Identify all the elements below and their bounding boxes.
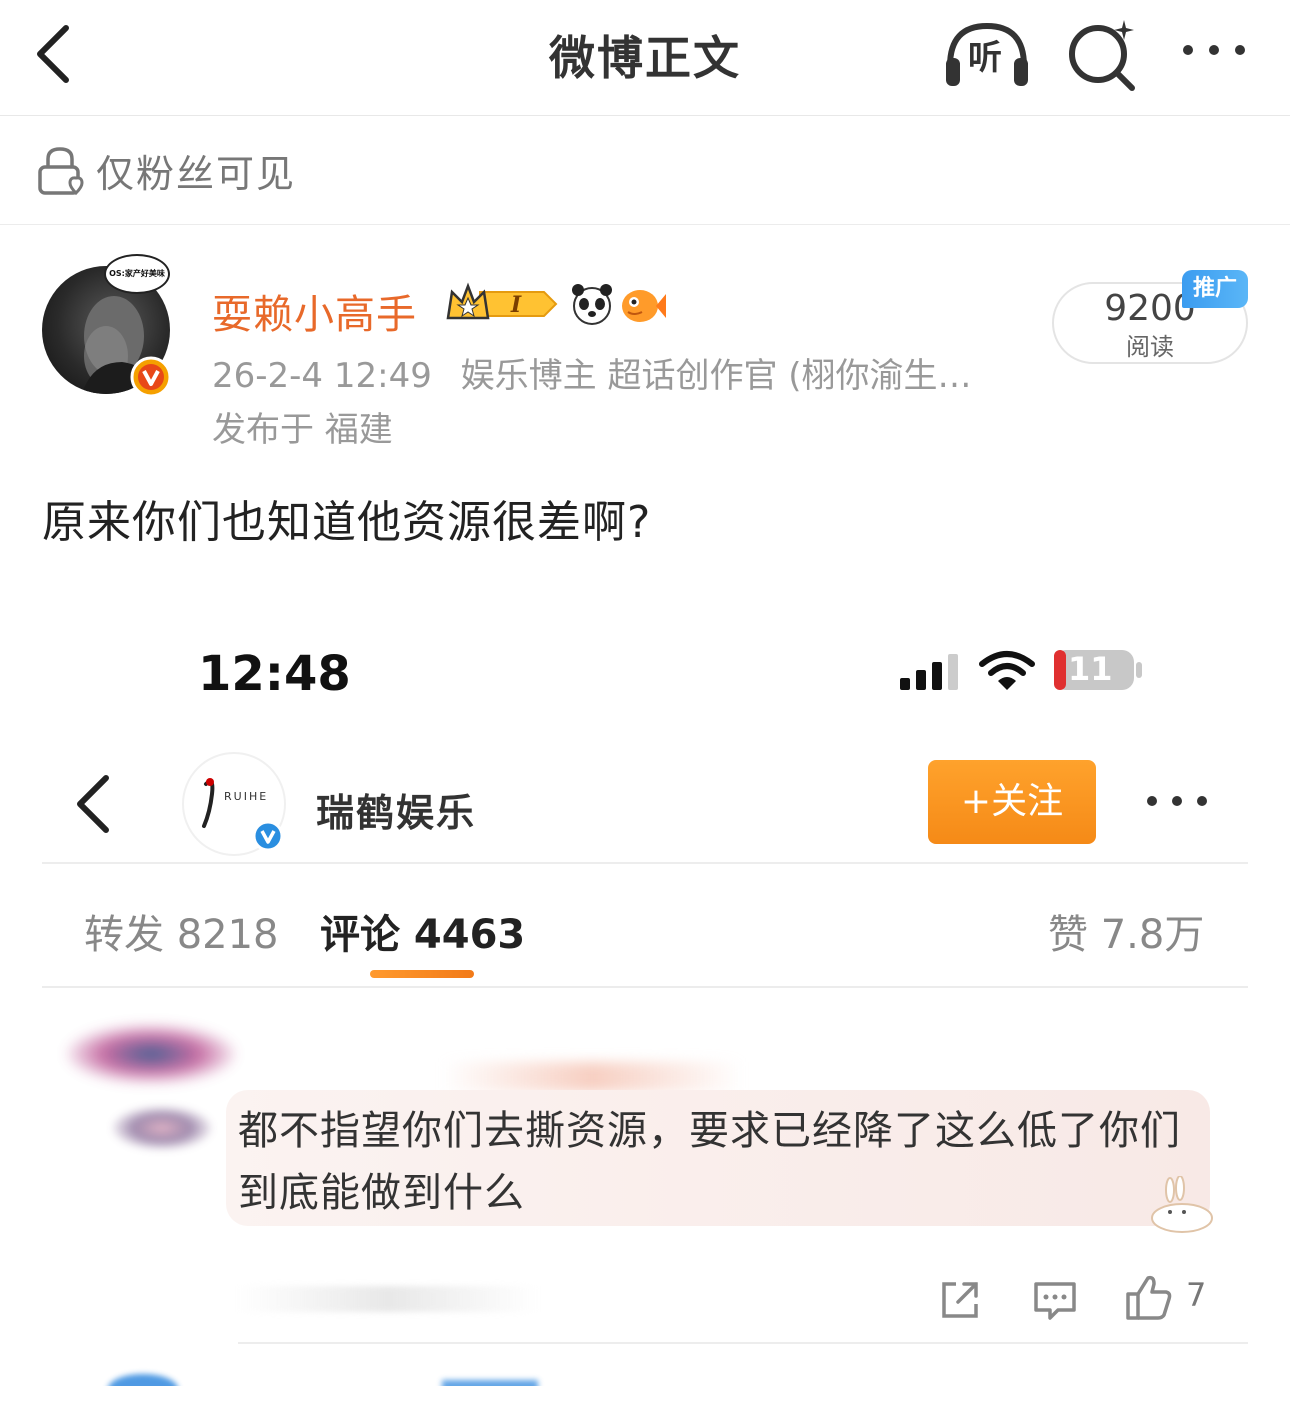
fish-icon <box>622 290 666 322</box>
comment-icon[interactable] <box>1032 1278 1078 1322</box>
active-tab-indicator <box>370 970 474 978</box>
battery-level: 11 <box>1068 650 1113 688</box>
redacted-text <box>238 1286 538 1312</box>
post-meta: 26-2-4 12:49 娱乐博主 超话创作官 (栩你渝生… <box>212 348 990 397</box>
listen-label[interactable]: 听 <box>968 30 1002 79</box>
signal-strength-icon <box>900 654 958 690</box>
read-label: 阅读 <box>1126 333 1174 361</box>
avatar-thought-bubble: OS:家产好美味 <box>104 254 170 294</box>
post-timestamp: 26-2-4 12:49 <box>212 356 432 396</box>
embedded-back-arrow-icon[interactable] <box>70 768 118 838</box>
panda-icon <box>572 284 612 325</box>
embedded-more-icon[interactable] <box>1142 786 1212 816</box>
comment-like-count: 7 <box>1186 1276 1207 1314</box>
tab-comment[interactable]: 评论 4463 <box>320 902 525 960</box>
redacted-username <box>442 1062 742 1092</box>
post-body-text: 原来你们也知道他资源很差啊? <box>42 497 652 548</box>
svg-text:I: I <box>510 292 522 318</box>
account-name[interactable]: 瑞鹤娱乐 <box>316 782 476 837</box>
status-bar-time: 12:48 <box>198 646 351 702</box>
more-options-icon[interactable] <box>1176 30 1256 70</box>
bunny-sticker-icon <box>1151 1176 1213 1233</box>
lock-heart-icon <box>38 147 84 196</box>
vip-crown-badge-icon: I <box>446 282 558 320</box>
redacted-avatar <box>108 1374 178 1386</box>
thumbs-up-icon[interactable] <box>1124 1272 1174 1322</box>
author-tag[interactable]: 娱乐博主 超话创作官 (栩你渝生… <box>461 356 972 396</box>
top-nav-bar: 微博正文 听 <box>0 0 1290 116</box>
tab-like[interactable]: 赞 7.8万 <box>1048 902 1204 960</box>
promote-badge[interactable]: 推广 <box>1182 270 1248 308</box>
divider <box>42 862 1248 864</box>
redacted-avatar <box>66 1024 236 1084</box>
search-icon[interactable] <box>1064 16 1140 92</box>
visibility-text: 仅粉丝可见 <box>96 152 297 196</box>
verified-orange-badge-icon <box>130 356 172 398</box>
verified-blue-badge-icon <box>252 820 284 852</box>
tab-repost[interactable]: 转发 8218 <box>84 902 279 960</box>
divider <box>238 1342 1248 1344</box>
author-name[interactable]: 耍赖小高手 <box>212 282 417 340</box>
comment-text: 都不指望你们去撕资源，要求已经降了这么低了你们到底能做到什么 <box>238 1108 1181 1216</box>
redacted-badge <box>442 1380 538 1386</box>
follow-button[interactable]: +关注 <box>928 760 1096 844</box>
post-location: 发布于 福建 <box>212 410 393 450</box>
embedded-screenshot[interactable]: 12:48 11 RUIHE 瑞鹤娱乐 +关注 转发 8218 评论 4463 … <box>42 596 1248 1386</box>
account-logo-text: RUIHE <box>224 790 269 803</box>
share-icon[interactable] <box>938 1278 982 1322</box>
redacted-avatar <box>112 1106 212 1150</box>
divider <box>42 986 1248 988</box>
wifi-icon <box>979 651 1035 690</box>
visibility-notice: 仅粉丝可见 <box>0 117 1290 225</box>
